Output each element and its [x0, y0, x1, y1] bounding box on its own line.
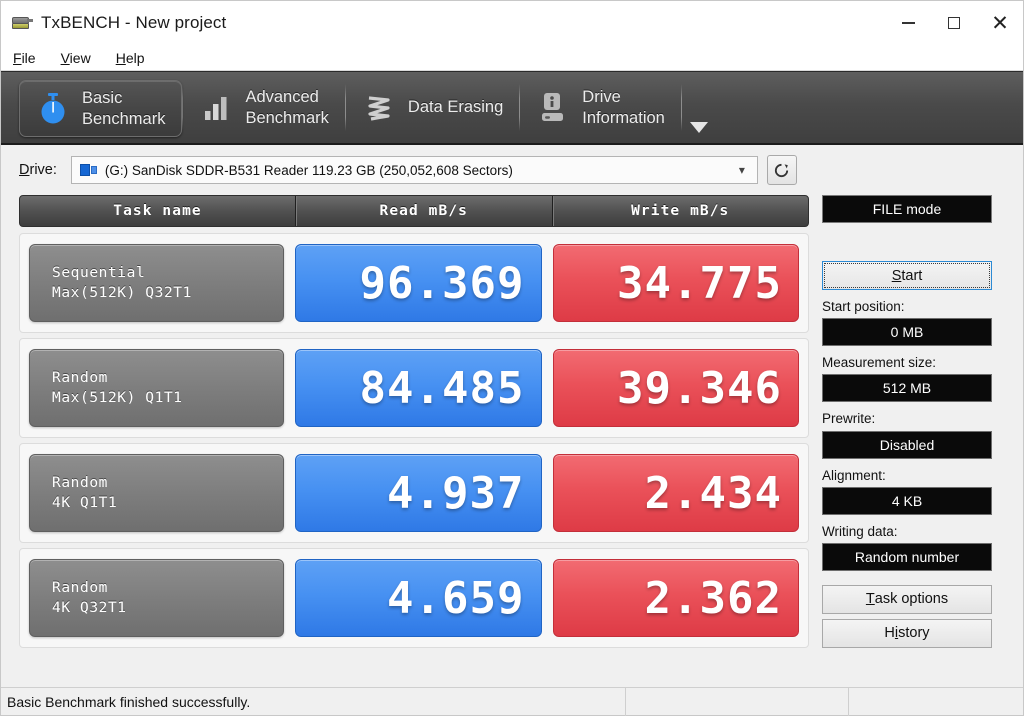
read-value: 96.369 [295, 244, 542, 322]
writing-data-label: Writing data: [822, 523, 898, 539]
status-bar: Basic Benchmark finished successfully. [1, 687, 1023, 716]
refresh-button[interactable] [766, 155, 797, 185]
task-name-line2: Max(512K) Q1T1 [52, 390, 183, 406]
drive-info-icon [536, 92, 570, 124]
maximize-icon[interactable] [931, 1, 977, 45]
results-rows: Sequential Max(512K) Q32T1 96.369 34.775… [19, 233, 809, 648]
table-row: Random 4K Q1T1 4.937 2.434 [19, 443, 809, 543]
toolbar-tabs: Basic Benchmark Advanced Benchmark Data … [1, 71, 1023, 145]
tab-label: Advanced Benchmark [245, 88, 329, 127]
refresh-icon [775, 163, 789, 177]
write-value: 39.346 [552, 349, 799, 427]
txbench-window: TxBENCH - New project ✕ File View Help B… [0, 0, 1024, 716]
task-button-random-4k-q32t1[interactable]: Random 4K Q32T1 [29, 559, 284, 637]
shredder-icon [362, 93, 396, 123]
chevron-down-icon[interactable]: ▾ [731, 164, 753, 176]
window-title: TxBENCH - New project [41, 13, 227, 32]
tab-label: Basic Benchmark [82, 89, 166, 128]
menu-item-help[interactable]: Help [114, 48, 156, 68]
measurement-size-value[interactable]: 512 MB [822, 374, 992, 403]
task-name-line2: 4K Q32T1 [52, 600, 127, 616]
drive-label: Drive: [19, 162, 57, 178]
prewrite-value[interactable]: Disabled [822, 430, 992, 459]
drive-select[interactable]: (G:) SanDisk SDDR-B531 Reader 119.23 GB … [70, 156, 758, 184]
drive-selector-row: Drive: (G:) SanDisk SDDR-B531 Reader 119… [1, 145, 1023, 195]
task-button-random-4k-q1t1[interactable]: Random 4K Q1T1 [29, 454, 284, 532]
task-name-line2: Max(512K) Q32T1 [52, 285, 192, 301]
tab-label: Drive Information [582, 88, 665, 127]
removable-drive-icon [79, 163, 98, 177]
task-button-sequential-max-q32t1[interactable]: Sequential Max(512K) Q32T1 [29, 244, 284, 322]
menu-item-file[interactable]: File [11, 48, 47, 68]
table-row: Random 4K Q32T1 4.659 2.362 [19, 548, 809, 648]
task-name-line1: Random [52, 370, 108, 386]
write-value: 2.362 [552, 559, 799, 637]
write-value: 2.434 [552, 454, 799, 532]
table-row: Sequential Max(512K) Q32T1 96.369 34.775 [19, 233, 809, 333]
alignment-value[interactable]: 4 KB [822, 486, 992, 515]
settings-panel: FILE mode Start Start position: 0 MB Mea… [822, 195, 992, 681]
column-header-task-name: Task name [113, 203, 202, 219]
task-name-line1: Sequential [52, 265, 146, 281]
status-segment-1 [625, 687, 848, 716]
start-button[interactable]: Start [822, 261, 992, 290]
results-panel: Task name Read mB/s Write mB/s Sequentia… [19, 195, 809, 681]
tab-label: Data Erasing [407, 98, 504, 117]
minimize-icon[interactable] [885, 1, 931, 45]
window-controls: ✕ [885, 1, 1023, 45]
app-drive-icon [11, 12, 33, 34]
tab-basic-benchmark[interactable]: Basic Benchmark [19, 80, 183, 137]
start-position-label: Start position: [822, 299, 905, 314]
title-bar: TxBENCH - New project ✕ [1, 1, 1023, 45]
table-row: Random Max(512K) Q1T1 84.485 39.346 [19, 338, 809, 438]
bar-chart-icon [199, 93, 233, 123]
task-name-line1: Random [52, 475, 108, 491]
read-value: 4.937 [295, 454, 542, 532]
column-header-read: Read mB/s [295, 196, 552, 226]
task-button-random-max-q1t1[interactable]: Random Max(512K) Q1T1 [29, 349, 284, 427]
menu-item-view[interactable]: View [59, 48, 102, 68]
status-segment-2 [848, 687, 1023, 716]
toolbar-overflow-chevron-down-icon[interactable] [682, 72, 716, 143]
task-options-button[interactable]: Task options [822, 584, 992, 614]
column-header-write: Write mB/s [551, 196, 809, 226]
file-mode-button[interactable]: FILE mode [822, 195, 992, 223]
stopwatch-icon [36, 92, 70, 126]
tab-drive-information[interactable]: Drive Information [520, 72, 681, 143]
measurement-size-label: Measurement size: [822, 355, 937, 371]
prewrite-label: Prewrite: [822, 411, 876, 427]
close-icon[interactable]: ✕ [977, 1, 1023, 45]
read-value: 4.659 [295, 559, 542, 637]
results-header-row: Task name Read mB/s Write mB/s [19, 195, 809, 227]
write-value: 34.775 [552, 244, 799, 322]
menu-bar: File View Help [1, 45, 1023, 71]
alignment-label: Alignment: [822, 467, 886, 483]
main-body: Task name Read mB/s Write mB/s Sequentia… [1, 195, 1023, 681]
read-value: 84.485 [295, 349, 542, 427]
writing-data-value[interactable]: Random number [822, 542, 992, 571]
task-name-line2: 4K Q1T1 [52, 495, 118, 511]
start-position-value[interactable]: 0 MB [822, 318, 992, 347]
tab-data-erasing[interactable]: Data Erasing [346, 72, 519, 143]
tab-advanced-benchmark[interactable]: Advanced Benchmark [183, 72, 344, 143]
history-button[interactable]: Hi story [822, 618, 992, 648]
status-message: Basic Benchmark finished successfully. [7, 693, 251, 710]
drive-select-value: (G:) SanDisk SDDR-B531 Reader 119.23 GB … [104, 162, 513, 178]
task-name-line1: Random [52, 580, 108, 596]
